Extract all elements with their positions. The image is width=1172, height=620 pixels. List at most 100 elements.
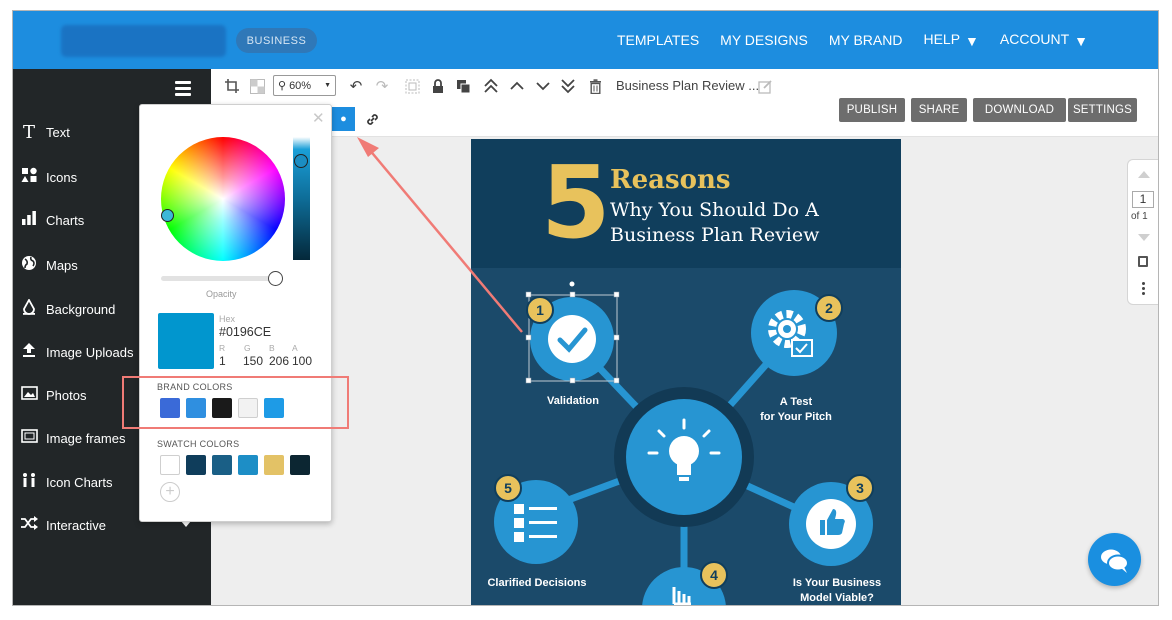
- page-up-icon[interactable]: [1138, 171, 1150, 178]
- badge-4[interactable]: 4: [710, 567, 718, 583]
- badge-5[interactable]: 5: [504, 480, 512, 496]
- chevron-down-icon: ▼: [324, 82, 331, 89]
- label-test-pitch[interactable]: A Test for Your Pitch: [756, 395, 836, 425]
- more-options-icon[interactable]: [1142, 282, 1145, 297]
- checkmark-icon: [548, 315, 596, 363]
- opacity-label: Opacity: [206, 289, 237, 299]
- hamburger-menu-icon[interactable]: [175, 81, 191, 96]
- sidebar-item-label: Text: [46, 124, 70, 140]
- sidebar-item-label: Interactive: [46, 517, 106, 533]
- r-input[interactable]: 1: [219, 354, 226, 368]
- nav-my-designs[interactable]: MY DESIGNS: [720, 32, 808, 48]
- chevron-down-icon: ▼: [1074, 32, 1088, 49]
- nav-my-brand[interactable]: MY BRAND: [829, 32, 903, 48]
- color-swatch[interactable]: [264, 455, 284, 475]
- send-backward-icon[interactable]: [533, 77, 553, 95]
- color-wheel[interactable]: [161, 137, 285, 261]
- page-down-icon[interactable]: [1138, 234, 1150, 241]
- photo-icon: [20, 386, 38, 404]
- infographic-canvas[interactable]: 5 Reasons Why You Should Do A Business P…: [471, 139, 901, 605]
- shuffle-icon: [20, 516, 38, 534]
- badge-1[interactable]: 1: [536, 302, 544, 318]
- b-label: B: [269, 343, 275, 353]
- share-button[interactable]: SHARE: [911, 98, 967, 122]
- a-label: A: [292, 343, 298, 353]
- color-wheel-handle[interactable]: [161, 209, 174, 222]
- document-title[interactable]: Business Plan Review ...: [616, 78, 759, 93]
- nav-templates[interactable]: TEMPLATES: [617, 32, 699, 48]
- add-swatch-icon[interactable]: +: [160, 482, 180, 502]
- b-input[interactable]: 206: [269, 354, 289, 368]
- duplicate-icon[interactable]: [453, 77, 473, 95]
- a-input[interactable]: 100: [292, 354, 312, 368]
- lock-icon[interactable]: [428, 77, 448, 95]
- trash-icon[interactable]: [585, 77, 605, 95]
- zoom-select[interactable]: ⚲ 60% ▼: [273, 75, 336, 96]
- nav-account-label: ACCOUNT: [999, 31, 1070, 48]
- image-frame-icon: [20, 429, 38, 447]
- chevron-down-icon: ▼: [965, 32, 979, 49]
- redo-icon[interactable]: ↷: [372, 77, 392, 95]
- icons-icon: [20, 167, 38, 187]
- color-swatch[interactable]: [212, 455, 232, 475]
- icon-chart-icon: [20, 472, 38, 492]
- business-badge[interactable]: BUSINESS: [236, 28, 317, 53]
- color-fill-button[interactable]: ●: [332, 107, 355, 131]
- copy-page-icon[interactable]: [1138, 256, 1148, 267]
- publish-button[interactable]: PUBLISH: [839, 98, 905, 122]
- hex-input[interactable]: #0196CE: [219, 325, 271, 339]
- sidebar-item-label: Image Uploads: [46, 344, 134, 360]
- sidebar-item-label: Background: [46, 301, 116, 317]
- sidebar-item-label: Photos: [46, 387, 87, 403]
- badge-3[interactable]: 3: [856, 480, 864, 496]
- label-validation[interactable]: Validation: [537, 394, 609, 409]
- brightness-handle[interactable]: [294, 154, 308, 168]
- bring-to-front-icon[interactable]: [481, 77, 501, 95]
- color-picker-popup: ✕ Opacity Hex #0196CE R G B A 1 150 206 …: [139, 104, 332, 522]
- swatch-colors-label: SWATCH COLORS: [157, 439, 240, 449]
- label-business-model[interactable]: Is Your Business Model Viable?: [781, 576, 893, 605]
- brand-colors-highlight: [122, 376, 349, 429]
- nav-links: TEMPLATES MY DESIGNS MY BRAND HELP ▼ ACCO…: [617, 11, 1088, 69]
- nav-help[interactable]: HELP ▼: [923, 31, 978, 48]
- transparency-grid-icon[interactable]: [247, 77, 267, 95]
- selected-color-preview: [158, 313, 214, 369]
- crop-icon[interactable]: [222, 77, 242, 95]
- g-input[interactable]: 150: [243, 354, 263, 368]
- sidebar-item-label: Maps: [46, 257, 78, 273]
- nav-account[interactable]: ACCOUNT ▼: [1000, 31, 1088, 48]
- bar-chart-icon: [20, 210, 38, 230]
- chat-button[interactable]: [1088, 533, 1141, 586]
- chat-bubble-icon: [1101, 549, 1129, 573]
- r-label: R: [219, 343, 226, 353]
- top-nav: BUSINESS TEMPLATES MY DESIGNS MY BRAND H…: [13, 11, 1158, 69]
- text-icon: T: [22, 121, 35, 143]
- page-number-input[interactable]: 1: [1132, 191, 1154, 208]
- sidebar-item-label: Icon Charts: [46, 474, 113, 490]
- edit-title-icon[interactable]: [755, 77, 775, 95]
- group-icon[interactable]: [402, 77, 422, 95]
- droplet-icon: ●: [340, 113, 347, 125]
- color-swatch[interactable]: [238, 455, 258, 475]
- upload-icon: [20, 342, 38, 362]
- sidebar-item-label: Image frames: [46, 430, 126, 446]
- color-swatch[interactable]: [186, 455, 206, 475]
- brand-logo[interactable]: [61, 25, 226, 57]
- hex-label: Hex: [219, 314, 236, 324]
- opacity-slider[interactable]: [161, 276, 275, 281]
- send-to-back-icon[interactable]: [558, 77, 578, 95]
- editor-toolbar: ⚲ 60% ▼ ↶ ↷ Business Plan Review ... PUB…: [211, 69, 1158, 137]
- close-icon[interactable]: ✕: [312, 109, 325, 127]
- color-swatch[interactable]: [160, 455, 180, 475]
- link-icon[interactable]: [361, 107, 384, 131]
- sidebar-item-label: Charts: [46, 212, 85, 228]
- bring-forward-icon[interactable]: [507, 77, 527, 95]
- badge-2[interactable]: 2: [825, 300, 833, 316]
- color-swatch[interactable]: [290, 455, 310, 475]
- label-clarified-decisions[interactable]: Clarified Decisions: [483, 576, 591, 591]
- download-button[interactable]: DOWNLOAD: [973, 98, 1066, 122]
- search-icon: ⚲: [278, 80, 287, 92]
- undo-icon[interactable]: ↶: [346, 77, 366, 95]
- settings-button[interactable]: SETTINGS: [1068, 98, 1137, 122]
- opacity-handle[interactable]: [268, 271, 283, 286]
